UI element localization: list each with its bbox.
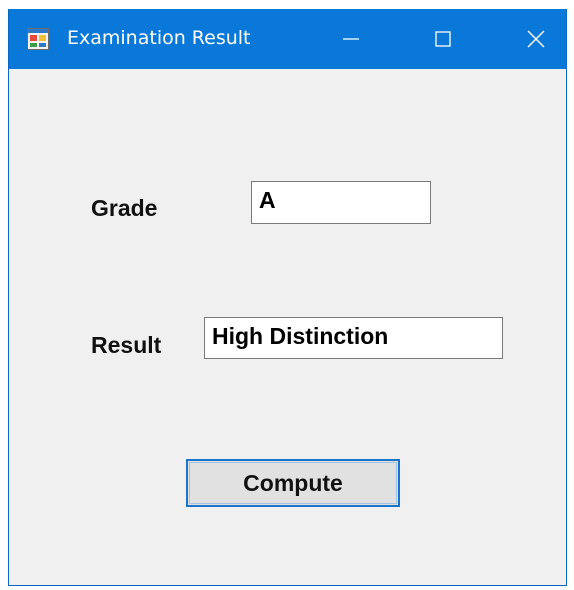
close-button[interactable] — [506, 9, 566, 69]
minimize-icon — [343, 38, 359, 40]
form-window-icon[interactable] — [27, 28, 49, 50]
app-window: Examination Result Grade A Result High D… — [8, 9, 567, 586]
grade-label: Grade — [91, 195, 158, 221]
minimize-button[interactable] — [321, 9, 381, 69]
grade-input[interactable]: A — [251, 181, 431, 224]
maximize-icon — [435, 31, 451, 47]
title-bar[interactable]: Examination Result — [9, 9, 566, 69]
result-output[interactable]: High Distinction — [204, 317, 503, 359]
window-title: Examination Result — [67, 27, 251, 49]
maximize-button[interactable] — [413, 9, 473, 69]
compute-button-label: Compute — [243, 469, 343, 496]
compute-button[interactable]: Compute — [186, 459, 400, 507]
result-label: Result — [91, 332, 162, 358]
close-icon — [527, 30, 545, 48]
